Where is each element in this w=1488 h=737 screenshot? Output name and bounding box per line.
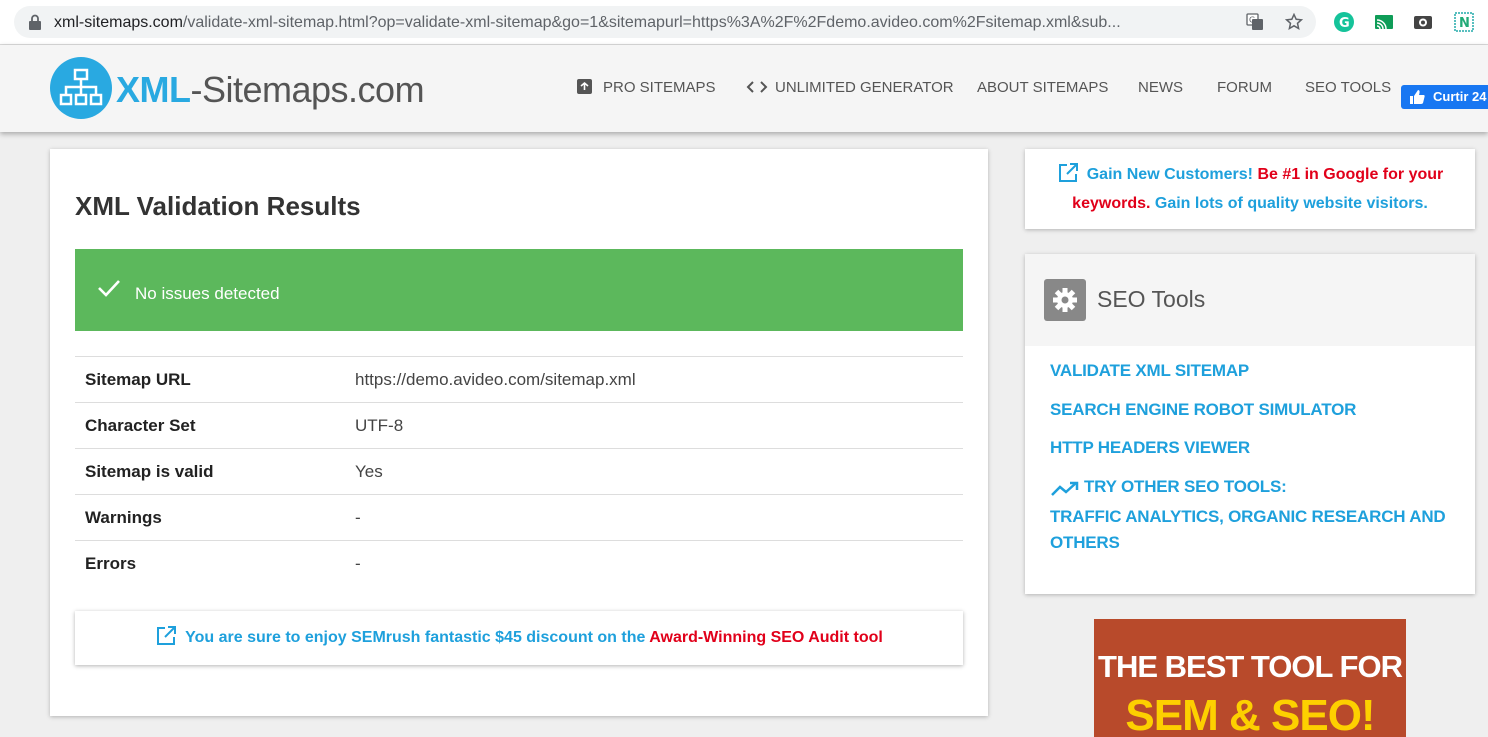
translate-icon[interactable]: G — [1246, 13, 1264, 31]
cast-icon[interactable] — [1373, 11, 1395, 33]
site-logo[interactable]: XML-Sitemaps.com — [116, 69, 425, 111]
banner-line-1: THE BEST TOOL FOR — [1098, 649, 1403, 684]
archive-icon — [577, 79, 592, 94]
customers-ad-link[interactable]: Gain New Customers! Be #1 in Google for … — [1025, 149, 1475, 229]
result-label: Character Set — [75, 402, 355, 449]
grammarly-icon[interactable]: G — [1333, 11, 1355, 33]
ad-text-1: Gain New Customers! — [1086, 166, 1258, 183]
result-value: - — [355, 540, 963, 587]
url-domain: xml-sitemaps.com — [54, 14, 183, 31]
table-row: Sitemap URL https://demo.avideo.com/site… — [75, 356, 963, 403]
success-alert: No issues detected — [75, 249, 963, 331]
svg-text:N: N — [1459, 16, 1470, 31]
link-try-other-seo-tools[interactable]: TRY OTHER SEO TOOLS: — [1084, 477, 1287, 497]
browser-toolbar: xml-sitemaps.com/validate-xml-sitemap.ht… — [0, 0, 1488, 45]
link-others[interactable]: OTHERS — [1050, 533, 1120, 553]
table-row: Errors - — [75, 540, 963, 587]
nav-seo-tools[interactable]: SEO TOOLS — [1305, 79, 1391, 96]
status-message: No issues detected — [135, 284, 280, 303]
promo-highlight: Award-Winning SEO Audit tool — [649, 629, 883, 646]
seo-tools-header: SEO Tools — [1025, 254, 1475, 346]
check-icon — [98, 280, 120, 297]
seo-tools-card: SEO Tools VALIDATE XML SITEMAP SEARCH EN… — [1025, 254, 1475, 594]
result-value: UTF-8 — [355, 402, 963, 449]
validation-results-card: XML Validation Results No issues detecte… — [50, 149, 988, 716]
link-http-headers-viewer[interactable]: HTTP HEADERS VIEWER — [1050, 438, 1250, 458]
external-link-icon — [157, 625, 177, 645]
promo-text: You are sure to enjoy SEMrush fantastic … — [185, 629, 650, 646]
logo-sitemaps: -Sitemaps.com — [190, 69, 425, 110]
link-robot-simulator[interactable]: SEARCH ENGINE ROBOT SIMULATOR — [1050, 400, 1356, 420]
nav-about-sitemaps[interactable]: ABOUT SITEMAPS — [977, 79, 1108, 96]
facebook-like-button[interactable]: Curtir 24 — [1401, 85, 1488, 109]
banner-line-2: SEM & SEO! — [1125, 691, 1375, 737]
url-path: /validate-xml-sitemap.html?op=validate-x… — [182, 14, 1121, 31]
external-link-icon — [1058, 162, 1078, 182]
link-traffic-analytics[interactable]: TRAFFIC ANALYTICS, ORGANIC RESEARCH AND — [1050, 507, 1446, 527]
nav-unlimited-generator[interactable]: UNLIMITED GENERATOR — [775, 79, 954, 96]
camera-extension-icon[interactable] — [1412, 11, 1434, 33]
nav-pro-sitemaps[interactable]: PRO SITEMAPS — [603, 79, 716, 96]
sitemap-logo-icon[interactable] — [50, 57, 112, 119]
result-value: Yes — [355, 448, 963, 495]
result-label: Errors — [75, 540, 355, 587]
lock-icon — [29, 14, 41, 30]
results-table: Sitemap URL https://demo.avideo.com/site… — [75, 356, 963, 587]
page-title: XML Validation Results — [75, 191, 361, 221]
result-value: https://demo.avideo.com/sitemap.xml — [355, 356, 963, 403]
svg-text:G: G — [1249, 16, 1255, 25]
nav-news[interactable]: NEWS — [1138, 79, 1183, 96]
logo-xml: XML — [116, 69, 191, 110]
result-label: Warnings — [75, 494, 355, 541]
nav-forum[interactable]: FORUM — [1217, 79, 1272, 96]
like-label: Curtir 24 — [1433, 89, 1487, 104]
n-extension-icon[interactable]: N — [1453, 11, 1475, 33]
link-validate-xml-sitemap[interactable]: VALIDATE XML SITEMAP — [1050, 361, 1249, 381]
sem-seo-banner-ad[interactable]: THE BEST TOOL FOR SEM & SEO! — [1094, 619, 1406, 737]
seo-tools-title: SEO Tools — [1097, 286, 1206, 312]
result-label: Sitemap URL — [75, 356, 355, 403]
table-row: Character Set UTF-8 — [75, 402, 963, 449]
address-bar[interactable]: xml-sitemaps.com/validate-xml-sitemap.ht… — [14, 6, 1316, 38]
svg-text:G: G — [1339, 16, 1350, 31]
site-header: XML-Sitemaps.com PRO SITEMAPS UNLIMITED … — [0, 45, 1488, 132]
trending-up-icon — [1051, 481, 1079, 496]
result-label: Sitemap is valid — [75, 448, 355, 495]
semrush-promo-link[interactable]: You are sure to enjoy SEMrush fantastic … — [75, 611, 963, 665]
table-row: Warnings - — [75, 494, 963, 541]
table-row: Sitemap is valid Yes — [75, 448, 963, 495]
gear-icon — [1044, 279, 1086, 321]
code-icon — [746, 81, 768, 93]
result-value: - — [355, 494, 963, 541]
thumbs-up-icon — [1410, 90, 1425, 104]
url-text[interactable]: xml-sitemaps.com/validate-xml-sitemap.ht… — [54, 14, 1121, 32]
star-icon[interactable] — [1285, 13, 1303, 31]
ad-text-3: Gain lots of quality website visitors. — [1154, 195, 1428, 212]
